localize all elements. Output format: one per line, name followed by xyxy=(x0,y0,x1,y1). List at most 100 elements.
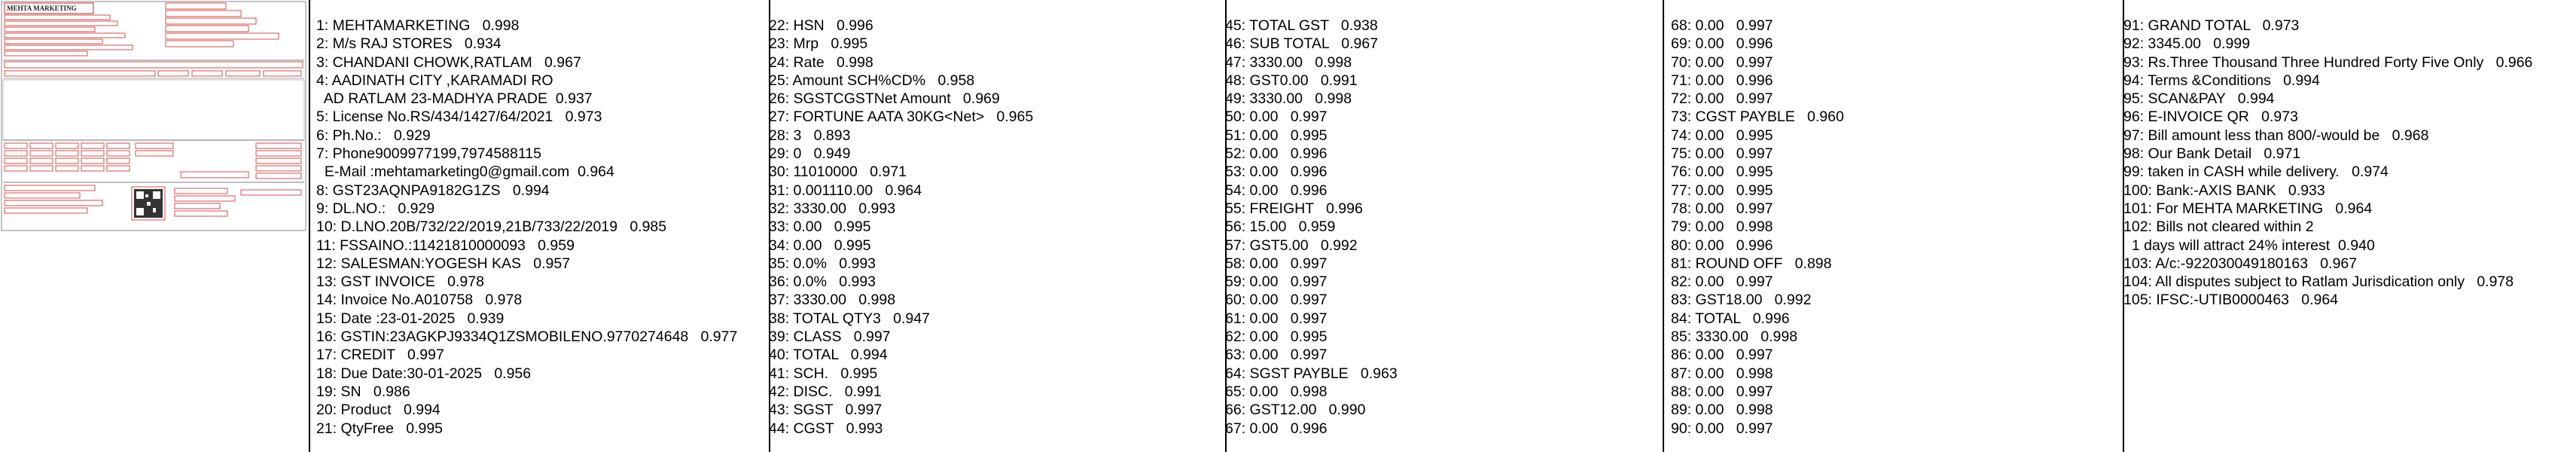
ocr-line: 96: E-INVOICE QR 0.973 xyxy=(2123,108,2298,126)
ocr-line: 1 days will attract 24% interest 0.940 xyxy=(2123,237,2375,254)
invoice-thumbnail-drawing: MEHTA MARKETING xyxy=(1,1,306,231)
ocr-line: 57: GST5.00 0.992 xyxy=(1225,237,1358,254)
ocr-line: 18: Due Date:30-01-2025 0.956 xyxy=(316,365,532,382)
ocr-line: 97: Bill amount less than 800/-would be … xyxy=(2123,127,2429,144)
ocr-line: 61: 0.00 0.997 xyxy=(1225,310,1328,327)
thumbnail-header-text: MEHTA MARKETING xyxy=(7,5,77,12)
ocr-line: 49: 3330.00 0.998 xyxy=(1225,90,1352,108)
ocr-line: 105: IFSC:-UTIB0000463 0.964 xyxy=(2123,292,2339,309)
ocr-line: 85: 3330.00 0.998 xyxy=(1671,328,1798,346)
ocr-line: 65: 0.00 0.998 xyxy=(1225,383,1328,400)
column-divider xyxy=(309,0,310,452)
ocr-line: 84: TOTAL 0.996 xyxy=(1671,310,1790,327)
ocr-column-2: 22: HSN 0.996 23: Mrp 0.995 24: Rate 0.998… xyxy=(769,17,1033,438)
ocr-line: 100: Bank:-AXIS BANK 0.933 xyxy=(2123,182,2325,199)
ocr-line: 22: HSN 0.996 xyxy=(769,17,873,34)
ocr-line: 43: SGST 0.997 xyxy=(769,402,883,419)
ocr-line: 14: Invoice No.A010758 0.978 xyxy=(316,292,523,309)
ocr-line: 46: SUB TOTAL 0.967 xyxy=(1225,35,1379,53)
ocr-line: 23: Mrp 0.995 xyxy=(769,35,868,53)
ocr-line: 6: Ph.No.: 0.929 xyxy=(316,127,431,144)
ocr-line: 80: 0.00 0.996 xyxy=(1671,237,1773,254)
ocr-line: 21: QtyFree 0.995 xyxy=(316,420,444,437)
ocr-column-1: 1: MEHTAMARKETING 0.998 2: M/s RAJ STORES… xyxy=(316,17,737,438)
ocr-line: 71: 0.00 0.996 xyxy=(1671,72,1773,89)
ocr-line: 53: 0.00 0.996 xyxy=(1225,163,1328,181)
ocr-line: 8: GST23AQNPA9182G1ZS 0.994 xyxy=(316,182,550,199)
ocr-line: AD RATLAM 23-MADHYA PRADE 0.937 xyxy=(316,90,593,108)
ocr-line: 29: 0 0.949 xyxy=(769,145,851,163)
ocr-line: E-Mail :mehtamarketing0@gmail.com 0.964 xyxy=(316,163,614,181)
ocr-line: 87: 0.00 0.998 xyxy=(1671,365,1773,382)
ocr-line: 38: TOTAL QTY3 0.947 xyxy=(769,310,930,327)
ocr-line: 36: 0.0% 0.993 xyxy=(769,273,876,291)
ocr-line: 73: CGST PAYBLE 0.960 xyxy=(1671,108,1844,126)
ocr-line: 98: Our Bank Detail 0.971 xyxy=(2123,145,2301,163)
ocr-line: 50: 0.00 0.997 xyxy=(1225,108,1328,126)
ocr-line: 44: CGST 0.993 xyxy=(769,420,883,437)
ocr-line: 72: 0.00 0.997 xyxy=(1671,90,1773,108)
ocr-line: 3: CHANDANI CHOWK,RATLAM 0.967 xyxy=(316,53,581,71)
ocr-line: 76: 0.00 0.995 xyxy=(1671,163,1773,181)
ocr-line: 25: Amount SCH%CD% 0.958 xyxy=(769,72,975,89)
ocr-line: 30: 11010000 0.971 xyxy=(769,163,907,181)
invoice-thumbnail: MEHTA MARKETING xyxy=(0,0,309,234)
ocr-line: 11: FSSAINO.:11421810000093 0.959 xyxy=(316,237,575,254)
ocr-line: 24: Rate 0.998 xyxy=(769,53,873,71)
ocr-line: 77: 0.00 0.995 xyxy=(1671,182,1773,199)
ocr-line: 35: 0.0% 0.993 xyxy=(769,255,876,272)
ocr-line: 19: SN 0.986 xyxy=(316,383,410,400)
ocr-line: 2: M/s RAJ STORES 0.934 xyxy=(316,35,501,53)
ocr-column-3: 45: TOTAL GST 0.938 46: SUB TOTAL 0.967 47… xyxy=(1225,17,1398,438)
ocr-line: 62: 0.00 0.995 xyxy=(1225,328,1328,346)
ocr-line: 90: 0.00 0.997 xyxy=(1671,420,1773,437)
ocr-line: 69: 0.00 0.996 xyxy=(1671,35,1773,53)
ocr-line: 12: SALESMAN:YOGESH KAS 0.957 xyxy=(316,255,571,272)
ocr-line: 64: SGST PAYBLE 0.963 xyxy=(1225,365,1398,382)
ocr-line: 45: TOTAL GST 0.938 xyxy=(1225,17,1378,34)
ocr-line: 58: 0.00 0.997 xyxy=(1225,255,1328,272)
column-divider xyxy=(1663,0,1664,452)
ocr-line: 20: Product 0.994 xyxy=(316,402,441,419)
ocr-line: 66: GST12.00 0.990 xyxy=(1225,402,1366,419)
ocr-line: 48: GST0.00 0.991 xyxy=(1225,72,1358,89)
ocr-line: 52: 0.00 0.996 xyxy=(1225,145,1328,163)
ocr-line: 13: GST INVOICE 0.978 xyxy=(316,273,484,291)
qr-code-icon xyxy=(131,186,166,221)
ocr-line: 39: CLASS 0.997 xyxy=(769,328,891,346)
ocr-line: 42: DISC. 0.991 xyxy=(769,383,882,400)
ocr-line: 40: TOTAL 0.994 xyxy=(769,347,888,364)
ocr-line: 9: DL.NO.: 0.929 xyxy=(316,200,435,217)
ocr-line: 56: 15.00 0.959 xyxy=(1225,218,1336,236)
ocr-line: 28: 3 0.893 xyxy=(769,127,851,144)
ocr-line: 15: Date :23-01-2025 0.939 xyxy=(316,310,505,327)
ocr-line: 16: GSTIN:23AGKPJ9334Q1ZSMOBILENO.977027… xyxy=(316,328,738,346)
ocr-line: 103: A/c:-922030049180163 0.967 xyxy=(2123,255,2358,272)
ocr-line: 101: For MEHTA MARKETING 0.964 xyxy=(2123,200,2373,217)
ocr-line: 83: GST18.00 0.992 xyxy=(1671,292,1812,309)
ocr-line: 104: All disputes subject to Ratlam Juri… xyxy=(2123,273,2514,291)
ocr-line: 32: 3330.00 0.993 xyxy=(769,200,896,217)
ocr-line: 4: AADINATH CITY ,KARAMADI RO xyxy=(316,72,553,89)
ocr-line: 91: GRAND TOTAL 0.973 xyxy=(2123,17,2300,34)
ocr-line: 86: 0.00 0.997 xyxy=(1671,347,1773,364)
ocr-line: 37: 3330.00 0.998 xyxy=(769,292,896,309)
ocr-column-4: 68: 0.00 0.997 69: 0.00 0.996 70: 0.00 0.9… xyxy=(1671,17,1844,438)
ocr-line: 99: taken in CASH while delivery. 0.974 xyxy=(2123,163,2389,181)
ocr-line: 1: MEHTAMARKETING 0.998 xyxy=(316,17,520,34)
ocr-line: 79: 0.00 0.998 xyxy=(1671,218,1773,236)
ocr-line: 59: 0.00 0.997 xyxy=(1225,273,1328,291)
ocr-line: 27: FORTUNE AATA 30KG<Net> 0.965 xyxy=(769,108,1034,126)
ocr-line: 88: 0.00 0.997 xyxy=(1671,383,1773,400)
ocr-line: 54: 0.00 0.996 xyxy=(1225,182,1328,199)
ocr-line: 94: Terms &Conditions 0.994 xyxy=(2123,72,2320,89)
ocr-line: 78: 0.00 0.997 xyxy=(1671,200,1773,217)
ocr-line: 55: FREIGHT 0.996 xyxy=(1225,200,1363,217)
ocr-line: 51: 0.00 0.995 xyxy=(1225,127,1328,144)
ocr-line: 89: 0.00 0.998 xyxy=(1671,402,1773,419)
ocr-line: 7: Phone9009977199,7974588115 xyxy=(316,145,541,163)
ocr-line: 74: 0.00 0.995 xyxy=(1671,127,1773,144)
ocr-line: 67: 0.00 0.996 xyxy=(1225,420,1328,437)
ocr-line: 10: D.LNO.20B/732/22/2019,21B/733/22/201… xyxy=(316,218,667,236)
ocr-column-5: 91: GRAND TOTAL 0.973 92: 3345.00 0.999 93… xyxy=(2123,17,2532,310)
